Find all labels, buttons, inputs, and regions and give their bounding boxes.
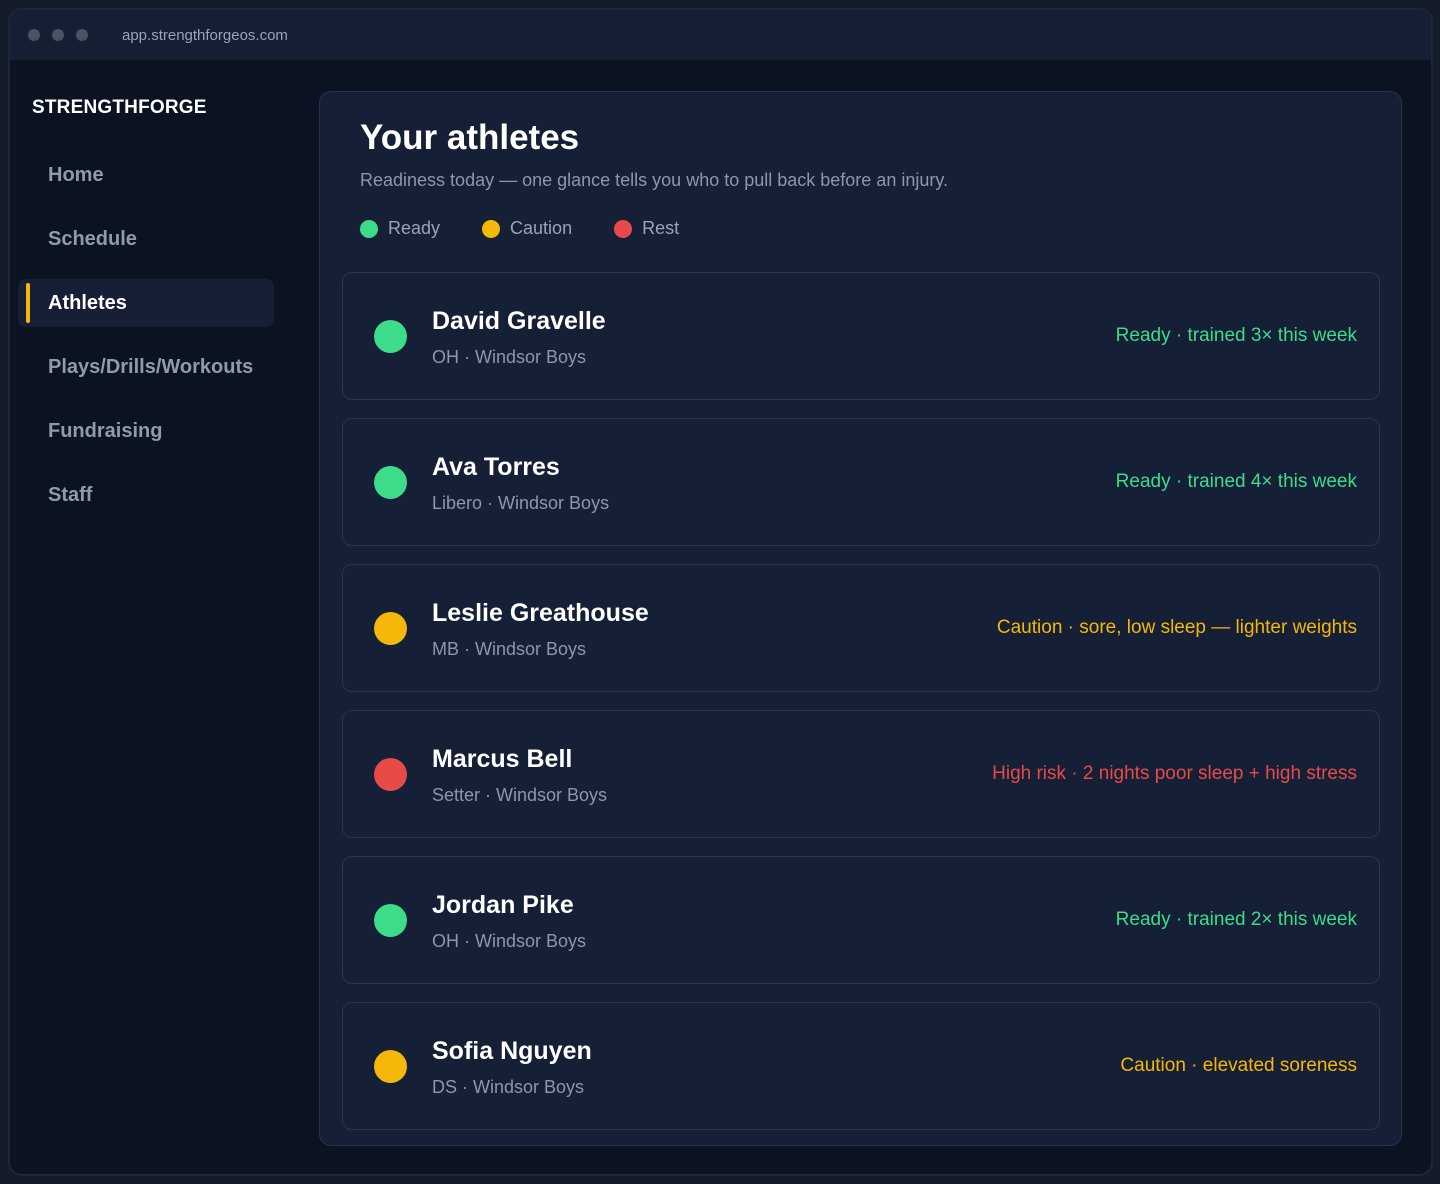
athlete-card[interactable]: Jordan Pike OH · Windsor Boys Ready · tr…: [342, 856, 1380, 984]
ready-status-icon: [374, 904, 407, 937]
page-title: Your athletes: [360, 118, 580, 157]
ready-dot-icon: [360, 219, 378, 238]
browser-window: app.strengthforgeos.com STRENGTHFORGE Ho…: [8, 8, 1433, 1176]
athlete-name: Ava Torres: [432, 453, 560, 481]
legend-item-ready: Ready: [360, 218, 440, 239]
rest-status-icon: [374, 758, 407, 791]
athlete-card[interactable]: Ava Torres Libero · Windsor Boys Ready ·…: [342, 418, 1380, 546]
athlete-position-team: MB · Windsor Boys: [432, 639, 587, 659]
readiness-status: Ready · trained 3× this week: [1115, 325, 1357, 346]
sidebar-item-schedule[interactable]: Schedule: [18, 215, 274, 263]
athlete-name: Jordan Pike: [432, 891, 574, 919]
legend-item-rest: Rest: [614, 218, 679, 239]
sidebar-item-label: Fundraising: [48, 419, 163, 442]
athlete-name: Leslie Greathouse: [432, 599, 649, 627]
sidebar-item-label: Athletes: [48, 291, 127, 314]
athlete-card[interactable]: Sofia Nguyen DS · Windsor Boys Caution ·…: [342, 1002, 1380, 1130]
caution-status-icon: [374, 612, 407, 645]
ready-status-icon: [374, 466, 407, 499]
athlete-position-team: DS · Windsor Boys: [432, 1077, 585, 1097]
athlete-position-team: OH · Windsor Boys: [432, 347, 587, 367]
legend-label: Ready: [388, 218, 441, 238]
window-minimize-dot[interactable]: [52, 29, 64, 41]
sidebar-item-label: Staff: [48, 483, 93, 506]
brand-logo[interactable]: STRENGTHFORGE: [32, 97, 207, 119]
sidebar-item-plays-drills-workouts[interactable]: Plays/Drills/Workouts: [18, 343, 274, 391]
address-bar-url[interactable]: app.strengthforgeos.com: [122, 27, 288, 44]
window-close-dot[interactable]: [28, 29, 40, 41]
readiness-status: Caution · elevated soreness: [1120, 1055, 1357, 1076]
readiness-status: Ready · trained 2× this week: [1115, 909, 1357, 930]
sidebar: STRENGTHFORGE Home Schedule Athletes Pla…: [10, 60, 310, 1174]
readiness-status: Caution · sore, low sleep — lighter weig…: [996, 617, 1357, 638]
sidebar-item-label: Schedule: [48, 227, 137, 250]
page-subtitle: Readiness today — one glance tells you w…: [360, 170, 949, 190]
readiness-status: High risk · 2 nights poor sleep + high s…: [992, 763, 1357, 784]
readiness-status: Ready · trained 4× this week: [1115, 471, 1357, 492]
window-maximize-dot[interactable]: [76, 29, 88, 41]
athlete-name: Marcus Bell: [432, 745, 573, 773]
athlete-list: David Gravelle OH · Windsor Boys Ready ·…: [342, 272, 1380, 1148]
athlete-position-team: OH · Windsor Boys: [432, 931, 587, 951]
sidebar-item-label: Plays/Drills/Workouts: [48, 355, 254, 378]
caution-status-icon: [374, 1050, 407, 1083]
athlete-name: Sofia Nguyen: [432, 1037, 592, 1065]
ready-status-icon: [374, 320, 407, 353]
legend-item-caution: Caution: [482, 218, 572, 239]
athlete-position-team: Libero · Windsor Boys: [432, 493, 610, 513]
athlete-position-team: Setter · Windsor Boys: [432, 785, 608, 805]
legend-label: Caution: [510, 218, 573, 238]
sidebar-item-staff[interactable]: Staff: [18, 471, 274, 519]
athlete-card[interactable]: David Gravelle OH · Windsor Boys Ready ·…: [342, 272, 1380, 400]
legend-label: Rest: [642, 218, 680, 238]
athlete-card[interactable]: Marcus Bell Setter · Windsor Boys High r…: [342, 710, 1380, 838]
sidebar-item-fundraising[interactable]: Fundraising: [18, 407, 274, 455]
athlete-card[interactable]: Leslie Greathouse MB · Windsor Boys Caut…: [342, 564, 1380, 692]
caution-dot-icon: [482, 219, 501, 238]
sidebar-item-label: Home: [48, 163, 104, 186]
readiness-legend: Ready Caution Rest: [360, 218, 721, 239]
athletes-panel: Your athletes Readiness today — one glan…: [319, 91, 1402, 1146]
browser-titlebar: app.strengthforgeos.com: [10, 10, 1431, 60]
sidebar-item-athletes[interactable]: Athletes: [18, 279, 274, 327]
sidebar-item-home[interactable]: Home: [18, 151, 274, 199]
rest-dot-icon: [614, 219, 633, 238]
athlete-name: David Gravelle: [432, 307, 606, 335]
